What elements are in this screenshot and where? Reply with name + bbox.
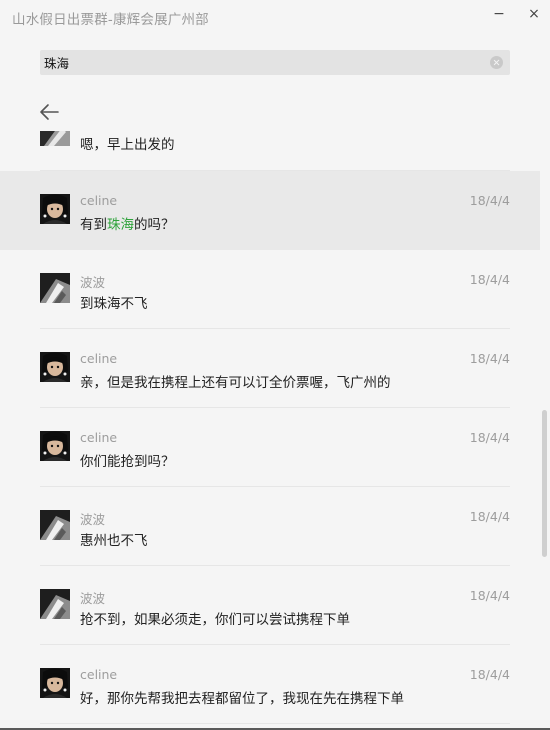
clear-search-icon[interactable]	[490, 56, 503, 69]
search-results-list: 嗯，早上出发的 celine 18/4/4 有到珠海的吗？ 波波 18/4/4 …	[0, 131, 550, 728]
message-text-before: 有到	[80, 217, 107, 233]
sender-name: celine	[80, 351, 118, 366]
message-text: 嗯，早上出发的	[80, 137, 175, 153]
avatar	[40, 431, 70, 461]
message-date: 18/4/4	[469, 193, 510, 208]
message-text: 到珠海不飞	[80, 296, 148, 312]
avatar	[40, 352, 70, 382]
title-bar: 山水假日出票群-康辉会展广州部 − ×	[0, 0, 550, 34]
message-date: 18/4/4	[469, 509, 510, 524]
list-item[interactable]: 波波 18/4/4 到珠海不飞	[0, 250, 540, 329]
search-input[interactable]	[40, 50, 484, 75]
scrollbar-thumb[interactable]	[542, 410, 547, 557]
message-date: 18/4/4	[469, 667, 510, 682]
avatar	[40, 273, 70, 303]
avatar	[40, 510, 70, 540]
avatar	[40, 589, 70, 619]
sender-name: celine	[80, 430, 118, 445]
message-date: 18/4/4	[469, 351, 510, 366]
message-date: 18/4/4	[469, 588, 510, 603]
list-item[interactable]: celine 18/4/4 好，那你先帮我把去程都留位了，我现在先在携程下单	[0, 645, 540, 724]
message-text-after: 的吗？	[134, 217, 175, 233]
sender-name: celine	[80, 667, 118, 682]
close-button[interactable]: ×	[523, 4, 545, 24]
avatar	[40, 194, 70, 224]
message-date: 18/4/4	[469, 272, 510, 287]
minimize-button[interactable]: −	[488, 4, 510, 24]
back-arrow-glyph	[40, 104, 59, 120]
sender-name: 波波	[80, 591, 106, 606]
divider	[40, 723, 510, 724]
message-text: 好，那你先帮我把去程都留位了，我现在先在携程下单	[80, 691, 404, 707]
search-box	[40, 50, 510, 75]
list-item[interactable]: celine 18/4/4 有到珠海的吗？	[0, 171, 540, 250]
window-title: 山水假日出票群-康辉会展广州部	[12, 12, 209, 28]
message-text: 抢不到，如果必须走，你们可以尝试携程下单	[80, 612, 350, 628]
message-text: 亲，但是我在携程上还有可以订全价票喔，飞广州的	[80, 375, 391, 391]
sender-name: 波波	[80, 275, 106, 290]
avatar	[40, 131, 70, 146]
list-item[interactable]: 嗯，早上出发的	[0, 131, 540, 171]
back-arrow-icon[interactable]	[38, 101, 62, 123]
list-item[interactable]: 波波 18/4/4 惠州也不飞	[0, 487, 540, 566]
message-text: 你们能抢到吗？	[80, 454, 175, 470]
list-item[interactable]: 波波 18/4/4 抢不到，如果必须走，你们可以尝试携程下单	[0, 566, 540, 645]
message-date: 18/4/4	[469, 430, 510, 445]
sender-name: 波波	[80, 512, 106, 527]
avatar	[40, 668, 70, 698]
message-text: 惠州也不飞	[80, 533, 148, 549]
message-text: 有到珠海的吗？	[80, 213, 175, 233]
search-highlight: 珠海	[107, 217, 134, 233]
list-item[interactable]: celine 18/4/4 你们能抢到吗？	[0, 408, 540, 487]
list-item[interactable]: celine 18/4/4 亲，但是我在携程上还有可以订全价票喔，飞广州的	[0, 329, 540, 408]
sender-name: celine	[80, 193, 118, 208]
